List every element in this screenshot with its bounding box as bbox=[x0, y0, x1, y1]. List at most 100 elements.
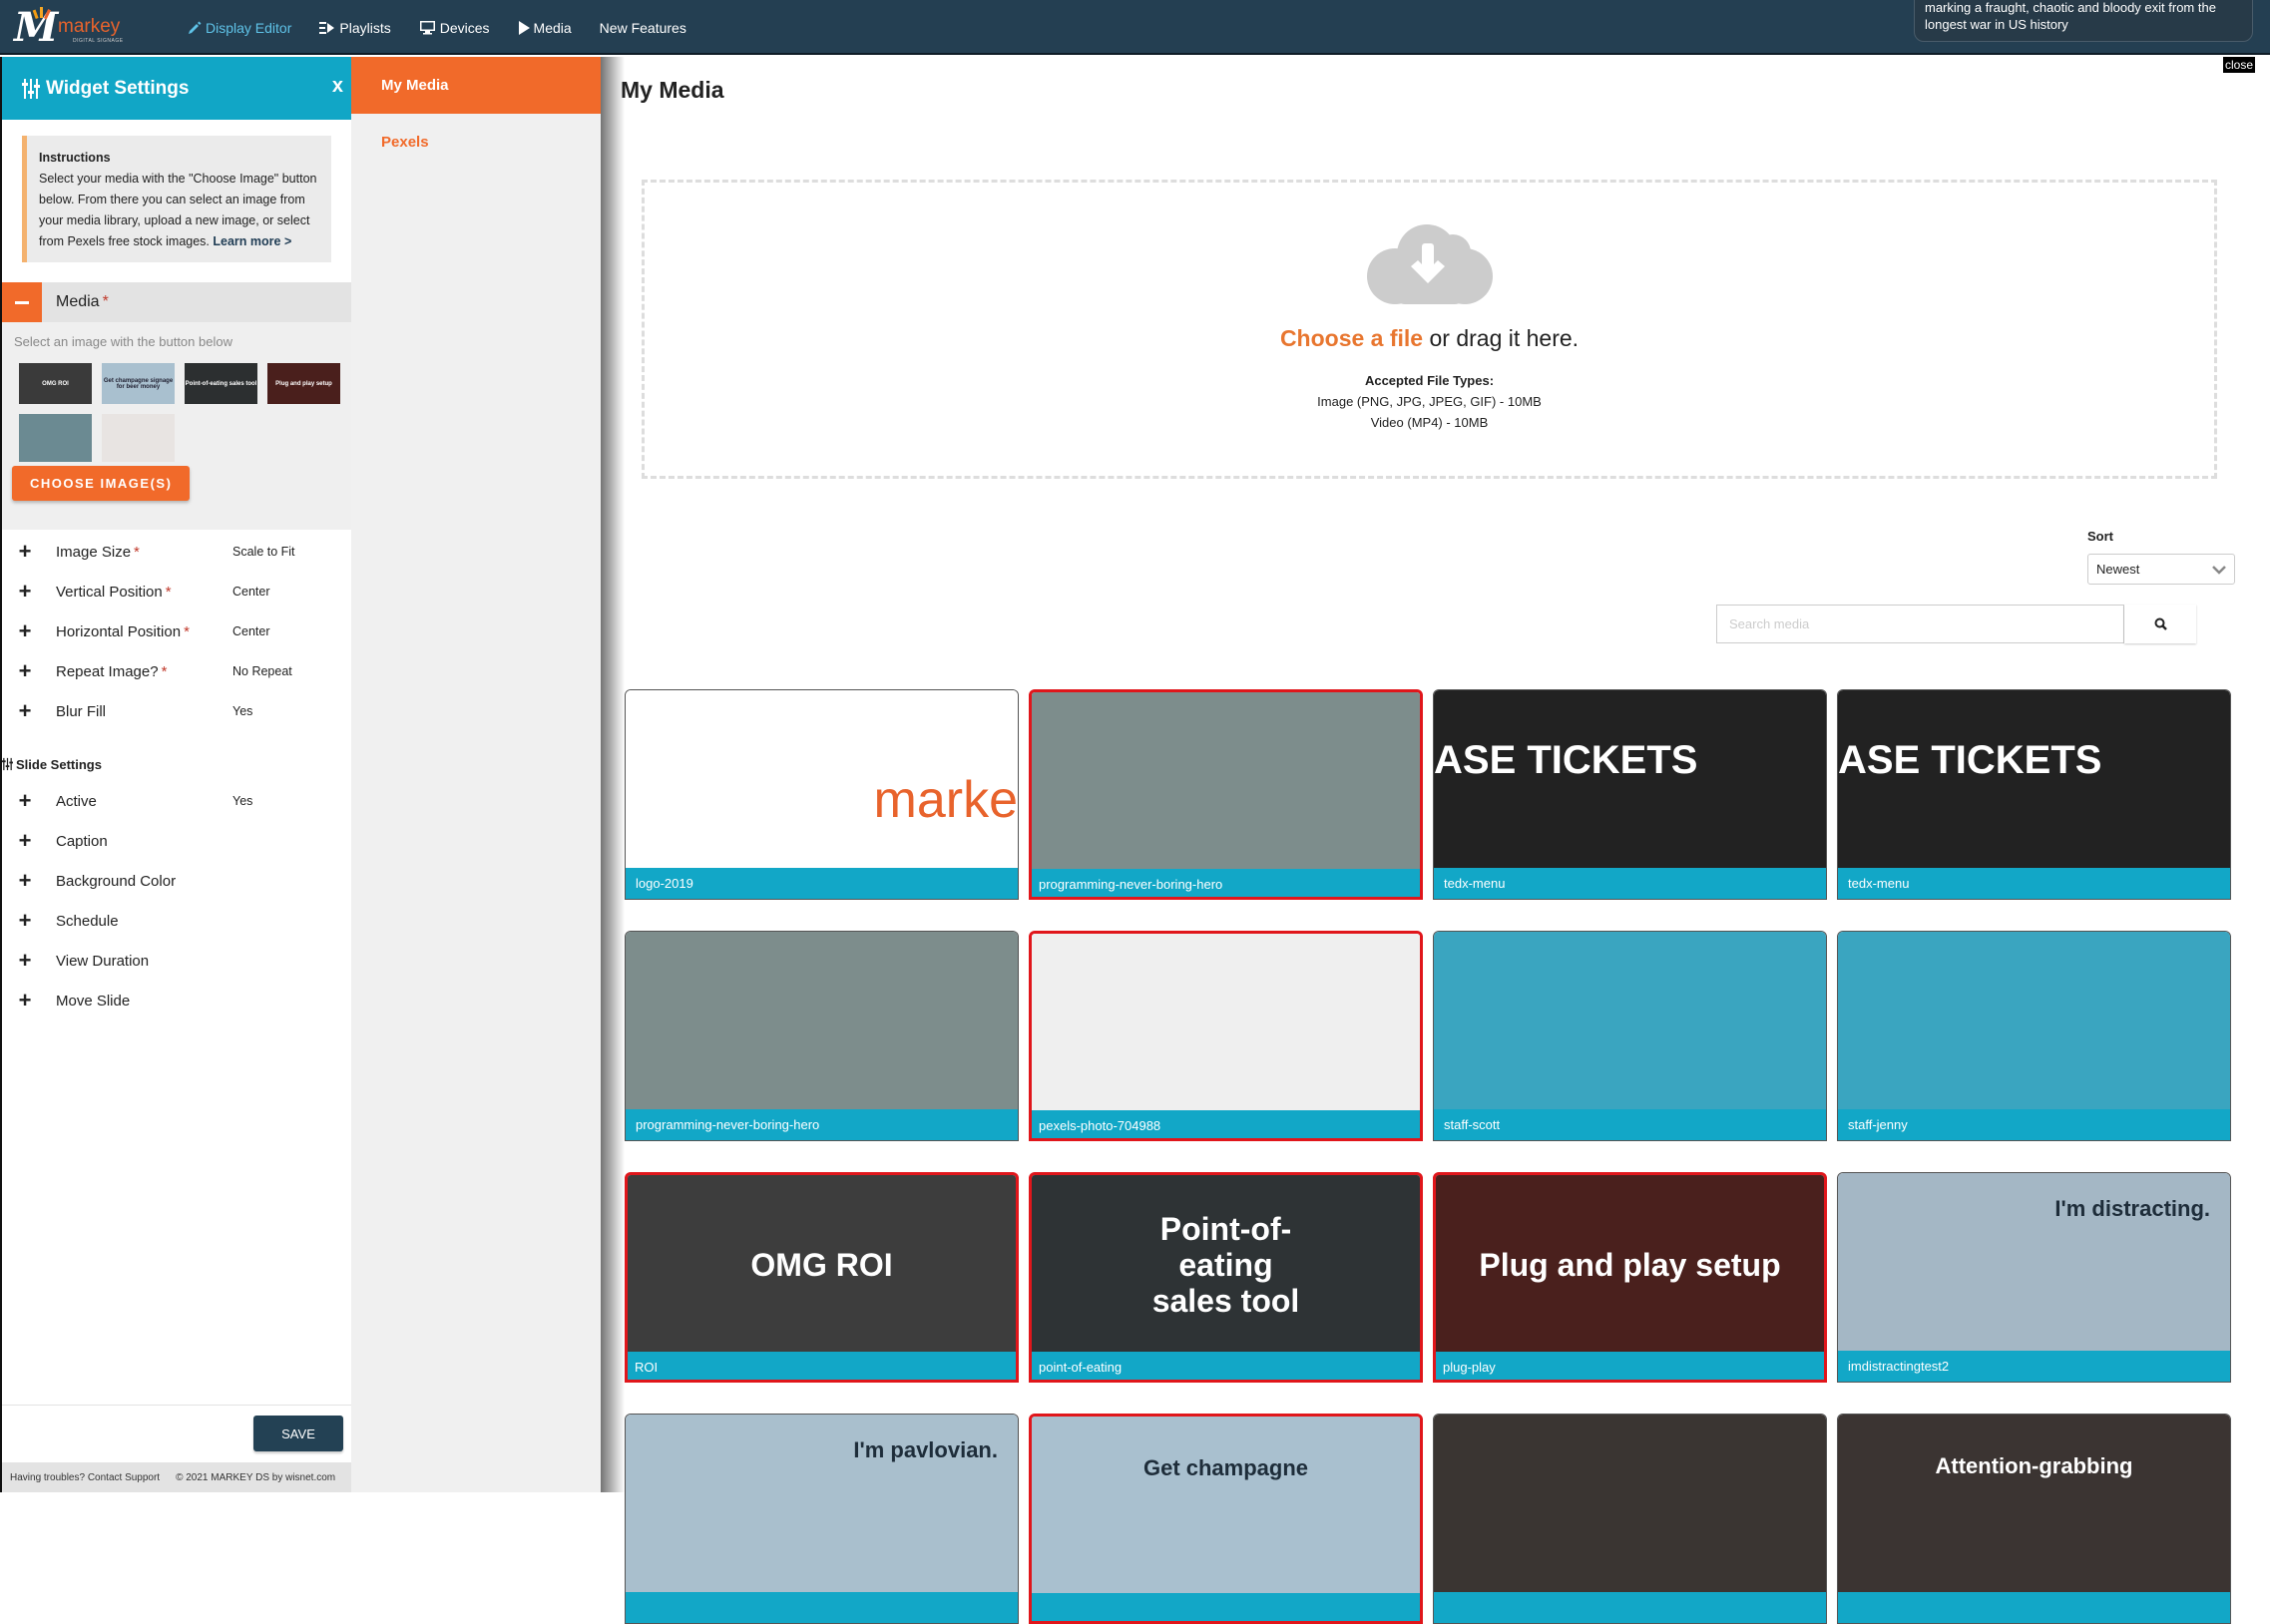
contact-support-link[interactable]: Having troubles? Contact Support bbox=[10, 1472, 160, 1483]
learn-more-link[interactable]: Learn more > bbox=[213, 234, 291, 248]
selected-thumbnail[interactable] bbox=[102, 414, 175, 462]
panel-shadow bbox=[601, 57, 625, 1492]
plus-icon[interactable]: + bbox=[2, 948, 48, 974]
setting-label-text: Vertical Position bbox=[56, 583, 163, 601]
media-card[interactable]: ASE TICKETS tedx-menu bbox=[1433, 689, 1827, 900]
required-asterisk: * bbox=[102, 293, 109, 310]
sliders-icon bbox=[2, 757, 13, 771]
setting-row[interactable]: + Schedule bbox=[2, 901, 351, 941]
media-thumbnail: marke bbox=[626, 690, 1018, 870]
dropzone-rest: or drag it here. bbox=[1423, 325, 1580, 351]
nav-display-editor[interactable]: Display Editor bbox=[188, 20, 291, 36]
media-card[interactable]: I'm distracting. imdistractingtest2 bbox=[1837, 1172, 2231, 1383]
setting-label: Repeat Image? * bbox=[48, 663, 232, 680]
nav-media[interactable]: Media bbox=[518, 20, 572, 36]
setting-label: Active bbox=[48, 793, 232, 810]
media-card[interactable]: staff-jenny bbox=[1837, 931, 2231, 1141]
media-card[interactable]: Plug and play setup plug-play bbox=[1433, 1172, 1827, 1383]
setting-row[interactable]: + Blur Fill Yes bbox=[2, 691, 351, 731]
plus-icon[interactable]: + bbox=[2, 908, 48, 934]
setting-label-text: Caption bbox=[56, 832, 108, 850]
setting-row[interactable]: + Move Slide bbox=[2, 981, 351, 1020]
plus-icon[interactable]: + bbox=[2, 658, 48, 684]
media-card[interactable]: programming-never-boring-hero bbox=[1029, 689, 1423, 900]
selected-thumbnail[interactable]: Point-of-eating sales tool bbox=[185, 363, 257, 404]
nav-label: Playlists bbox=[339, 19, 391, 36]
setting-label: Background Color bbox=[48, 873, 232, 890]
setting-row[interactable]: + View Duration bbox=[2, 941, 351, 981]
plus-icon[interactable]: + bbox=[2, 539, 48, 565]
plus-icon[interactable]: + bbox=[2, 698, 48, 724]
selected-thumbnail[interactable]: OMG ROI bbox=[19, 363, 92, 404]
save-button[interactable]: SAVE bbox=[253, 1416, 343, 1451]
selected-thumbnail[interactable]: Get champagne signage for beer money bbox=[102, 363, 175, 404]
setting-row[interactable]: + Image Size * Scale to Fit bbox=[2, 532, 351, 572]
nav-playlists[interactable]: Playlists bbox=[319, 19, 391, 36]
setting-row[interactable]: + Active Yes bbox=[2, 781, 351, 821]
logo-word: markey bbox=[58, 16, 121, 37]
media-card[interactable]: ASE TICKETS tedx-menu bbox=[1837, 689, 2231, 900]
media-card[interactable]: staff-scott bbox=[1433, 931, 1827, 1141]
thumbnail-text: marke bbox=[873, 771, 1018, 829]
plus-icon[interactable]: + bbox=[2, 788, 48, 814]
media-card[interactable]: I'm pavlovian. bbox=[625, 1414, 1019, 1624]
required-asterisk: * bbox=[134, 543, 140, 561]
media-section-header[interactable]: Media * bbox=[2, 282, 351, 322]
media-card[interactable]: marke logo-2019 bbox=[625, 689, 1019, 900]
media-thumbnail: OMG ROI bbox=[628, 1175, 1016, 1355]
media-thumbnail bbox=[1434, 932, 1826, 1111]
setting-row[interactable]: + Vertical Position * Center bbox=[2, 572, 351, 611]
setting-label: Schedule bbox=[48, 913, 232, 930]
play-icon bbox=[518, 20, 530, 35]
sort-select[interactable]: Newest bbox=[2087, 554, 2235, 585]
collapse-media-button[interactable] bbox=[2, 282, 42, 322]
upload-dropzone[interactable]: Choose a file or drag it here. Accepted … bbox=[642, 180, 2217, 479]
plus-icon[interactable]: + bbox=[2, 828, 48, 854]
media-card[interactable]: Get champagne bbox=[1029, 1414, 1423, 1624]
close-panel-button[interactable]: x bbox=[332, 75, 343, 98]
setting-label-text: Background Color bbox=[56, 872, 177, 890]
media-card[interactable]: Attention-grabbing bbox=[1837, 1414, 2231, 1624]
plus-icon[interactable]: + bbox=[2, 988, 48, 1014]
plus-icon[interactable]: + bbox=[2, 868, 48, 894]
logo-rays-icon bbox=[32, 7, 51, 20]
media-thumbnail bbox=[1032, 692, 1420, 872]
media-card[interactable]: OMG ROI ROI bbox=[625, 1172, 1019, 1383]
setting-row[interactable]: + Caption bbox=[2, 821, 351, 861]
choose-file-link[interactable]: Choose a file bbox=[1280, 325, 1423, 351]
widget-settings-panel: Widget Settings x Instructions Select yo… bbox=[0, 57, 351, 1492]
notification-toast[interactable]: marking a fraught, chaotic and bloody ex… bbox=[1914, 0, 2253, 42]
accepted-file-types: Accepted File Types: Image (PNG, JPG, JP… bbox=[645, 370, 2214, 433]
copyright-text: © 2021 MARKEY DS by wisnet.com bbox=[176, 1471, 336, 1483]
nav-devices[interactable]: Devices bbox=[419, 20, 490, 36]
plus-icon[interactable]: + bbox=[2, 618, 48, 644]
media-card[interactable]: pexels-photo-704988 bbox=[1029, 931, 1423, 1141]
thumbnail-label: Point-of-eating sales tool bbox=[185, 380, 257, 387]
setting-row[interactable]: + Background Color bbox=[2, 861, 351, 901]
setting-label: Image Size * bbox=[48, 544, 232, 561]
plus-icon[interactable]: + bbox=[2, 579, 48, 605]
thumbnail-text: ASE TICKETS bbox=[1838, 738, 2102, 782]
nav-new-features[interactable]: New Features bbox=[600, 20, 686, 36]
media-thumbnail: Plug and play setup bbox=[1436, 1175, 1824, 1355]
widget-settings-header: Widget Settings x bbox=[2, 57, 351, 120]
media-thumbnail: ASE TICKETS bbox=[1434, 690, 1826, 870]
tab-pexels[interactable]: Pexels bbox=[351, 114, 601, 171]
setting-row[interactable]: + Horizontal Position * Center bbox=[2, 611, 351, 651]
setting-row[interactable]: + Repeat Image? * No Repeat bbox=[2, 651, 351, 691]
media-card[interactable] bbox=[1433, 1414, 1827, 1624]
choose-images-button[interactable]: CHOOSE IMAGE(S) bbox=[12, 466, 191, 501]
media-card[interactable]: programming-never-boring-hero bbox=[625, 931, 1019, 1141]
media-card[interactable]: Point-of-eating sales tool point-of-eatin… bbox=[1029, 1172, 1423, 1383]
media-section-body: Select an image with the button below OM… bbox=[2, 322, 351, 530]
media-thumbnail bbox=[1434, 1415, 1826, 1594]
tab-my-media[interactable]: My Media bbox=[351, 57, 601, 114]
top-nav: M markey DIGITAL SIGNAGE Display Editor … bbox=[0, 0, 2270, 55]
markey-logo[interactable]: M markey DIGITAL SIGNAGE bbox=[14, 6, 144, 48]
media-thumbnail: I'm pavlovian. bbox=[626, 1415, 1018, 1594]
selected-thumbnail[interactable]: Plug and play setup bbox=[267, 363, 340, 404]
search-input[interactable] bbox=[1716, 605, 2124, 643]
selected-thumbnail[interactable] bbox=[19, 414, 92, 462]
thumbnail-text: ASE TICKETS bbox=[1434, 738, 1698, 782]
search-button[interactable] bbox=[2124, 605, 2196, 643]
